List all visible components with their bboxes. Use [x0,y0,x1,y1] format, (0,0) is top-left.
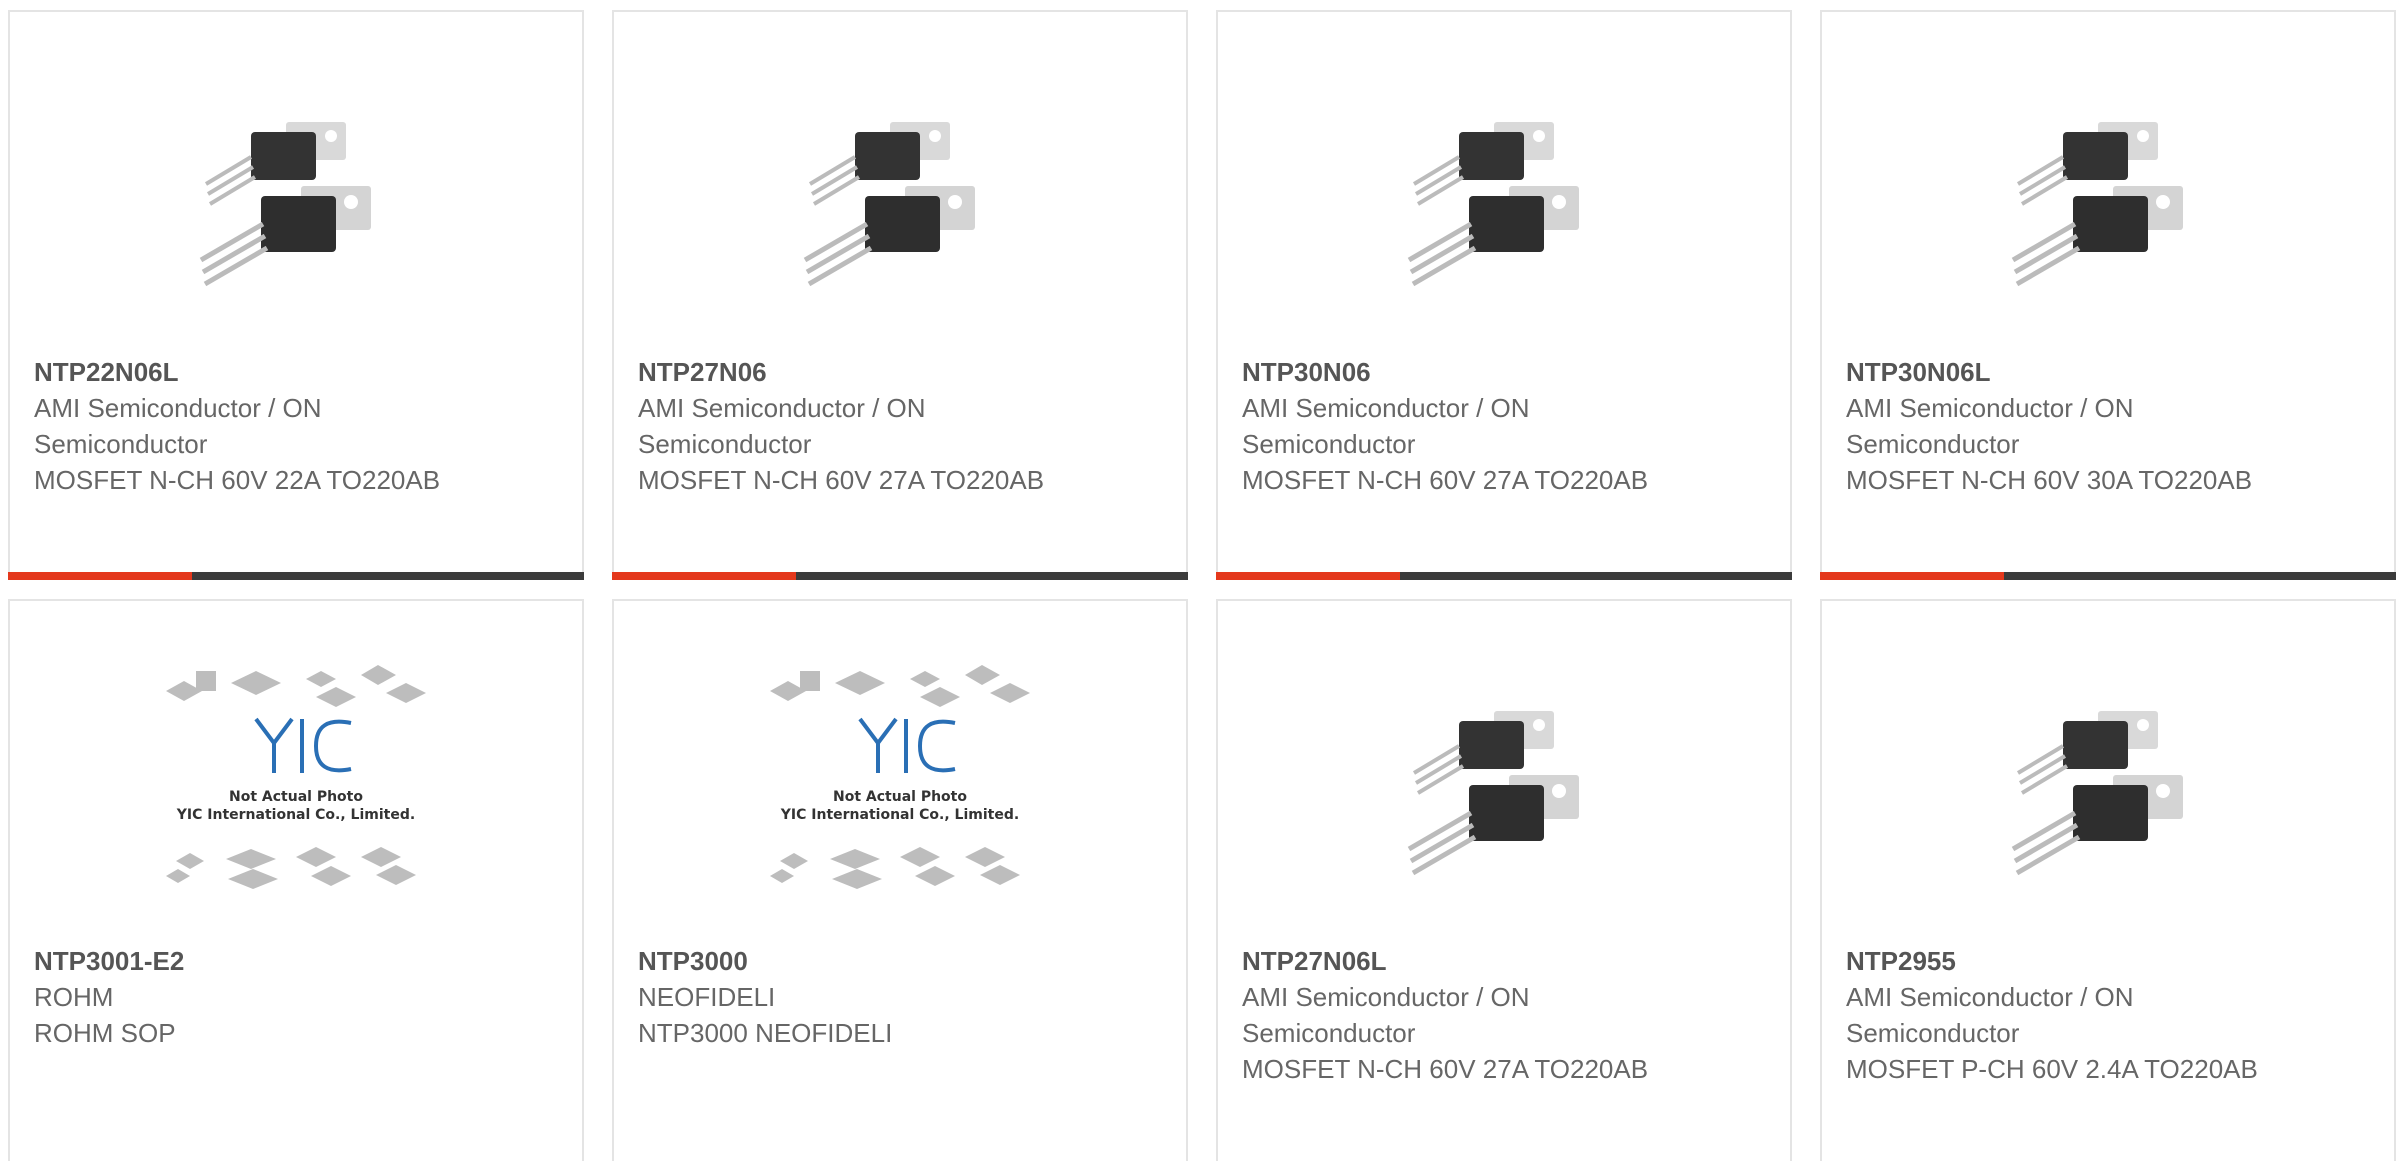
manufacturer: AMI Semiconductor / ON Semiconductor [638,393,926,459]
product-grid: NTP22N06L AMI Semiconductor / ON Semicon… [0,0,2400,1161]
manufacturer: AMI Semiconductor / ON Semiconductor [1242,982,1530,1048]
product-card[interactable]: Not Actual Photo YIC International Co., … [8,599,584,1161]
product-info: NTP2955 AMI Semiconductor / ON Semicondu… [1846,943,2266,1087]
to220-package-icon [2011,122,2183,287]
description: NTP3000 NEOFIDELI [638,1018,893,1048]
manufacturer: AMI Semiconductor / ON Semiconductor [34,393,322,459]
card-bottom-bar [8,572,584,580]
product-card[interactable]: NTP30N06L AMI Semiconductor / ON Semicon… [1820,10,2396,580]
part-number-link[interactable]: NTP30N06L [1846,354,2266,390]
product-card[interactable]: NTP22N06L AMI Semiconductor / ON Semicon… [8,10,584,580]
product-card[interactable]: NTP30N06 AMI Semiconductor / ON Semicond… [1216,10,1792,580]
product-info: NTP22N06L AMI Semiconductor / ON Semicon… [34,354,454,498]
description: MOSFET N-CH 60V 27A TO220AB [1242,465,1649,495]
svg-text:Not Actual Photo: Not Actual Photo [229,789,363,805]
description: ROHM SOP [34,1018,176,1048]
yic-placeholder-icon: Not Actual Photo YIC International Co., … [770,665,1030,889]
svg-text:Not Actual Photo: Not Actual Photo [833,789,967,805]
to220-package-icon [199,122,371,287]
description: MOSFET N-CH 60V 27A TO220AB [638,465,1045,495]
svg-text:YIC International Co., Limited: YIC International Co., Limited. [780,807,1019,823]
description: MOSFET N-CH 60V 27A TO220AB [1242,1054,1649,1084]
product-info: NTP30N06L AMI Semiconductor / ON Semicon… [1846,354,2266,498]
yic-placeholder-icon: Not Actual Photo YIC International Co., … [166,665,426,889]
description: MOSFET P-CH 60V 2.4A TO220AB [1846,1054,2258,1084]
manufacturer: NEOFIDELI [638,982,776,1012]
product-card[interactable]: NTP27N06 AMI Semiconductor / ON Semicond… [612,10,1188,580]
card-bottom-bar [1820,572,2396,580]
part-number-link[interactable]: NTP3001-E2 [34,943,454,979]
card-accent-bar [8,572,192,580]
card-accent-bar [612,572,796,580]
part-number-link[interactable]: NTP30N06 [1242,354,1662,390]
to220-package-icon [2011,711,2183,876]
svg-text:YIC International Co., Limited: YIC International Co., Limited. [176,807,415,823]
product-image[interactable] [1218,661,1790,901]
card-accent-bar [1820,572,2004,580]
manufacturer: AMI Semiconductor / ON Semiconductor [1846,982,2134,1048]
manufacturer: ROHM [34,982,114,1012]
product-info: NTP27N06 AMI Semiconductor / ON Semicond… [638,354,1058,498]
card-bottom-bar [612,572,1188,580]
product-image[interactable] [1822,72,2394,312]
to220-package-icon [1407,122,1579,287]
manufacturer: AMI Semiconductor / ON Semiconductor [1242,393,1530,459]
card-accent-bar [1216,572,1400,580]
description: MOSFET N-CH 60V 30A TO220AB [1846,465,2253,495]
product-image[interactable] [1218,72,1790,312]
description: MOSFET N-CH 60V 22A TO220AB [34,465,441,495]
product-info: NTP3000 NEOFIDELI NTP3000 NEOFIDELI [638,943,1058,1051]
product-image[interactable] [614,72,1186,312]
part-number-link[interactable]: NTP27N06 [638,354,1058,390]
part-number-link[interactable]: NTP2955 [1846,943,2266,979]
product-card[interactable]: NTP27N06L AMI Semiconductor / ON Semicon… [1216,599,1792,1161]
product-card[interactable]: NTP2955 AMI Semiconductor / ON Semicondu… [1820,599,2396,1161]
product-image[interactable]: Not Actual Photo YIC International Co., … [614,661,1186,901]
manufacturer: AMI Semiconductor / ON Semiconductor [1846,393,2134,459]
part-number-link[interactable]: NTP27N06L [1242,943,1662,979]
product-info: NTP3001-E2 ROHM ROHM SOP [34,943,454,1051]
part-number-link[interactable]: NTP3000 [638,943,1058,979]
to220-package-icon [803,122,975,287]
card-bottom-bar [1216,572,1792,580]
part-number-link[interactable]: NTP22N06L [34,354,454,390]
product-info: NTP30N06 AMI Semiconductor / ON Semicond… [1242,354,1662,498]
product-image[interactable] [1822,661,2394,901]
product-image[interactable]: Not Actual Photo YIC International Co., … [10,661,582,901]
to220-package-icon [1407,711,1579,876]
product-info: NTP27N06L AMI Semiconductor / ON Semicon… [1242,943,1662,1087]
product-image[interactable] [10,72,582,312]
product-card[interactable]: Not Actual Photo YIC International Co., … [612,599,1188,1161]
